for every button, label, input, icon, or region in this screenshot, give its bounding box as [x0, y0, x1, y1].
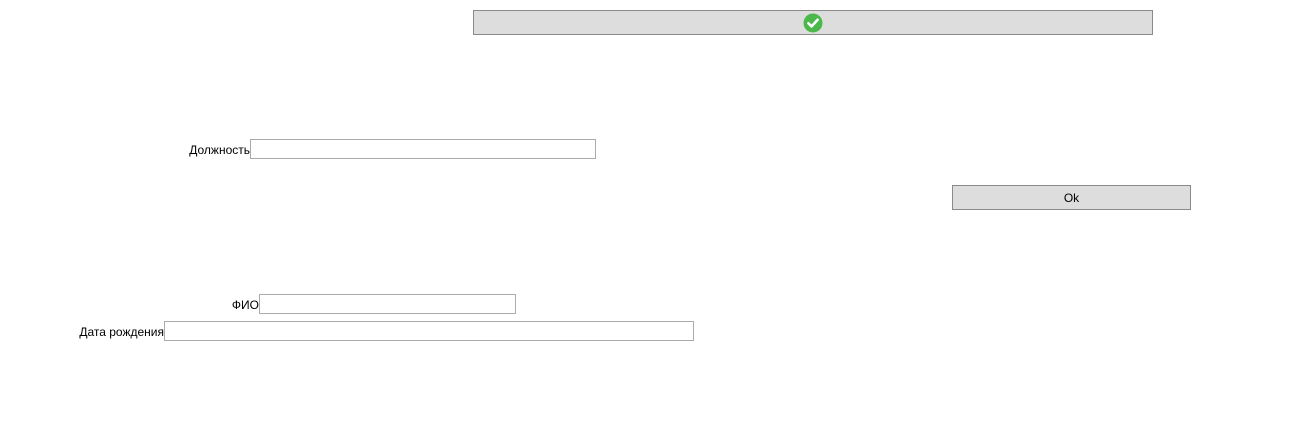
position-label: Должность [189, 143, 250, 157]
fio-input[interactable] [259, 294, 516, 314]
birth-date-input[interactable] [164, 321, 694, 341]
confirm-icon-button[interactable] [473, 10, 1153, 35]
check-circle-icon [803, 13, 823, 32]
window-content: Должность Ok ФИО Дата рождения [0, 0, 1292, 424]
birth-date-label: Дата рождения [79, 325, 164, 339]
position-input[interactable] [250, 139, 596, 159]
fio-label: ФИО [231, 298, 259, 312]
ok-button[interactable]: Ok [952, 185, 1191, 210]
